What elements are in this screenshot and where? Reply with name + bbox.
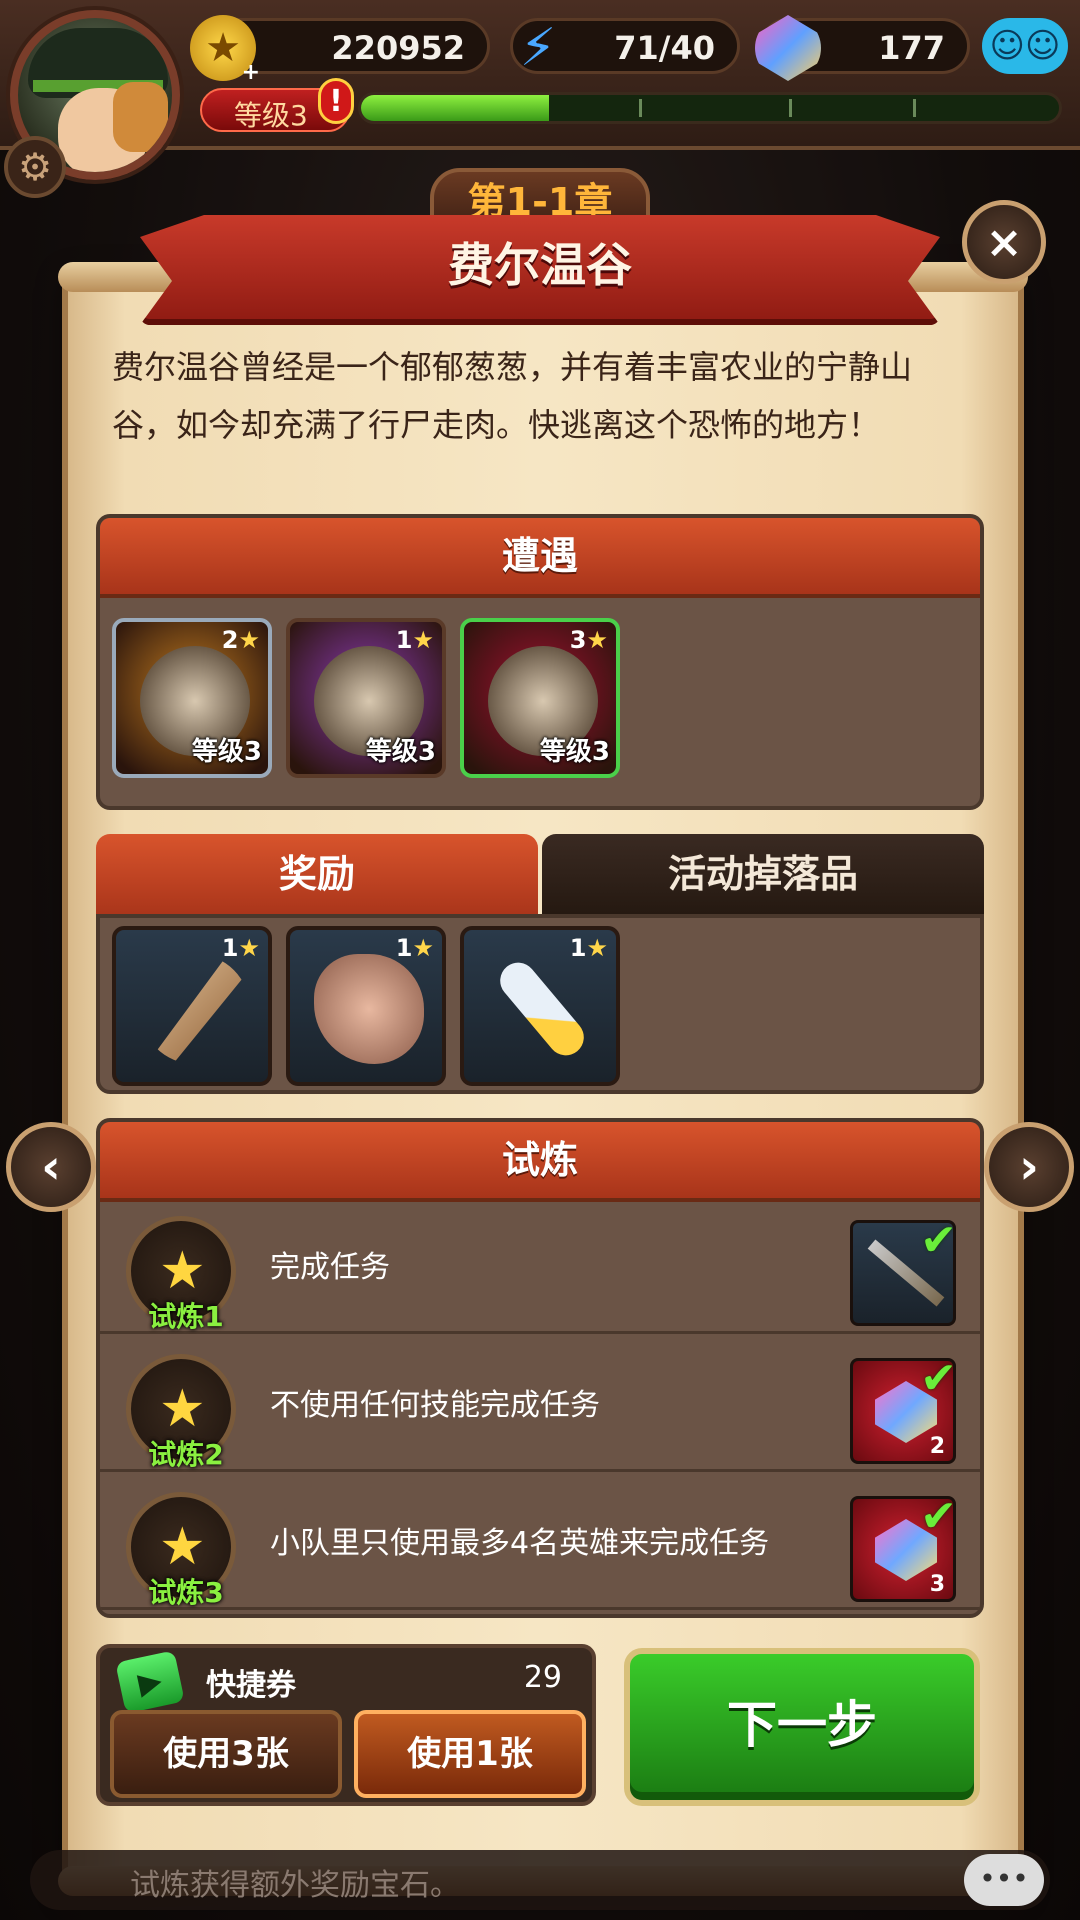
reward-item-card[interactable]: 1★ (112, 926, 272, 1086)
enemy-stars: 1★ (395, 626, 434, 654)
trial-description: 不使用任何技能完成任务 (270, 1388, 600, 1423)
reward-stars: 1★ (221, 934, 260, 962)
chat-bar[interactable]: 试炼获得额外奖励宝石。 ••• (30, 1850, 1050, 1910)
reward-item-card[interactable]: 1★ (460, 926, 620, 1086)
trial-reward[interactable]: ✔ (850, 1220, 956, 1326)
check-icon: ✔ (920, 1496, 956, 1542)
use-3-tickets-button[interactable]: 使用3张 (110, 1710, 342, 1798)
trial-name: 试炼1 (148, 1300, 224, 1333)
next-step-label: 下一步 (727, 1696, 877, 1754)
gold-value: 220952 (331, 29, 465, 67)
check-icon: ✔ (920, 1358, 956, 1404)
prev-stage-button[interactable]: ‹ (6, 1122, 96, 1212)
enemy-level: 等级3 (365, 737, 436, 767)
encounter-section: 遭遇 2★ 等级3 1★ 等级3 3★ 等级3 (96, 514, 984, 810)
use-3-label: 使用3张 (163, 1734, 289, 1774)
title-ribbon: 费尔温谷 (140, 215, 940, 325)
encounter-header: 遭遇 (100, 518, 980, 598)
reward-tabs: 奖励 活动掉落品 (96, 834, 984, 918)
stage-description: 费尔温谷曾经是一个郁郁葱葱，并有着丰富农业的宁静山谷，如今却充满了行尸走肉。快逃… (112, 348, 913, 444)
trial-description: 完成任务 (270, 1250, 390, 1285)
use-1-ticket-button[interactable]: 使用1张 (354, 1710, 586, 1798)
chat-text: 试炼获得额外奖励宝石。 (130, 1868, 460, 1903)
gold-coin-icon: ★ + (190, 15, 260, 85)
trial-row: ★ 试炼3 小队里只使用最多4名英雄来完成任务 ✔ 3 (100, 1478, 980, 1610)
enemy-level: 等级3 (191, 737, 262, 767)
stage-title: 费尔温谷 (448, 238, 632, 292)
gem-value: 177 (878, 29, 945, 67)
xp-tick (913, 99, 916, 117)
reward-stars: 1★ (569, 934, 608, 962)
chevron-left-icon: ‹ (41, 1139, 61, 1195)
xp-bar (358, 92, 1062, 124)
energy-counter[interactable]: ⚡ 71/40 (510, 18, 740, 78)
trial-row: ★ 试炼1 完成任务 ✔ (100, 1202, 980, 1334)
tab-event-drops-label: 活动掉落品 (667, 852, 858, 896)
trial-star-medal: ★ 试炼3 (126, 1492, 236, 1609)
enemy-card[interactable]: 3★ 等级3 (460, 618, 620, 778)
enemy-card[interactable]: 2★ 等级3 (112, 618, 272, 778)
trials-header: 试炼 (100, 1122, 980, 1202)
enemy-stars: 2★ (221, 626, 260, 654)
enemy-stars: 3★ (569, 626, 608, 654)
feather-icon (151, 954, 245, 1064)
gem-counter[interactable]: 177 (755, 15, 970, 81)
quick-ticket-box: ▶ 快捷券 29 使用3张 使用1张 (96, 1644, 596, 1806)
xp-tick (789, 99, 792, 117)
trial-reward[interactable]: ✔ 2 (850, 1358, 956, 1464)
friends-button[interactable]: ☺☺ (982, 18, 1068, 74)
reward-count: 2 (929, 1434, 945, 1459)
trial-star-medal: ★ 试炼1 (126, 1216, 236, 1333)
chevron-right-icon: › (1019, 1139, 1039, 1195)
quick-ticket-icon: ▶ (115, 1650, 185, 1714)
trials-heading: 试炼 (501, 1138, 578, 1182)
use-1-label: 使用1张 (407, 1734, 533, 1774)
friends-icon: ☺☺ (989, 26, 1061, 66)
trial-name: 试炼3 (148, 1576, 224, 1609)
gold-counter[interactable]: ★ + 220952 (190, 15, 490, 85)
encounter-heading: 遭遇 (501, 534, 578, 578)
check-icon: ✔ (920, 1220, 956, 1266)
enemy-card[interactable]: 1★ 等级3 (286, 618, 446, 778)
ticket-label: 快捷券 (206, 1668, 296, 1703)
trials-section: 试炼 ★ 试炼1 完成任务 ✔ ★ 试炼2 不使用任何技能完成任务 ✔ 2 ★ 试炼3 小队里只使用最… (96, 1118, 984, 1618)
trial-description: 小队里只使用最多4名英雄来完成任务 (270, 1526, 770, 1561)
settings-gear-icon[interactable]: ⚙ (4, 136, 66, 198)
star-icon: ★ (159, 1379, 206, 1439)
trial-row: ★ 试炼2 不使用任何技能完成任务 ✔ 2 (100, 1340, 980, 1472)
ticket-count: 29 (523, 1660, 562, 1695)
next-stage-arrow-button[interactable]: › (984, 1122, 1074, 1212)
level-alert-icon: ! (318, 78, 354, 124)
rock-icon (314, 954, 424, 1064)
rewards-section: 1★ 1★ 1★ (96, 914, 984, 1094)
trial-star-medal: ★ 试炼2 (126, 1354, 236, 1471)
star-icon: ★ (159, 1241, 206, 1301)
level-label: 等级3 (234, 99, 308, 132)
close-icon: × (985, 216, 1023, 268)
star-icon: ★ (159, 1517, 206, 1577)
reward-item-card[interactable]: 1★ (286, 926, 446, 1086)
next-step-button[interactable]: 下一步 (624, 1648, 980, 1806)
chat-bubble-icon[interactable]: ••• (964, 1854, 1044, 1906)
enemy-level: 等级3 (539, 737, 610, 767)
tab-event-drops[interactable]: 活动掉落品 (542, 834, 984, 918)
trial-reward[interactable]: ✔ 3 (850, 1496, 956, 1602)
tab-rewards[interactable]: 奖励 (96, 834, 538, 918)
xp-bar-fill (361, 95, 550, 121)
close-button[interactable]: × (962, 200, 1046, 284)
energy-bolt-icon: ⚡ (519, 18, 557, 78)
tab-rewards-label: 奖励 (278, 852, 355, 896)
energy-value: 71/40 (614, 29, 715, 67)
trial-name: 试炼2 (148, 1438, 224, 1471)
reward-stars: 1★ (395, 934, 434, 962)
vial-icon (492, 955, 592, 1063)
gem-icon (755, 15, 821, 81)
reward-count: 3 (929, 1572, 945, 1597)
xp-tick (639, 99, 642, 117)
